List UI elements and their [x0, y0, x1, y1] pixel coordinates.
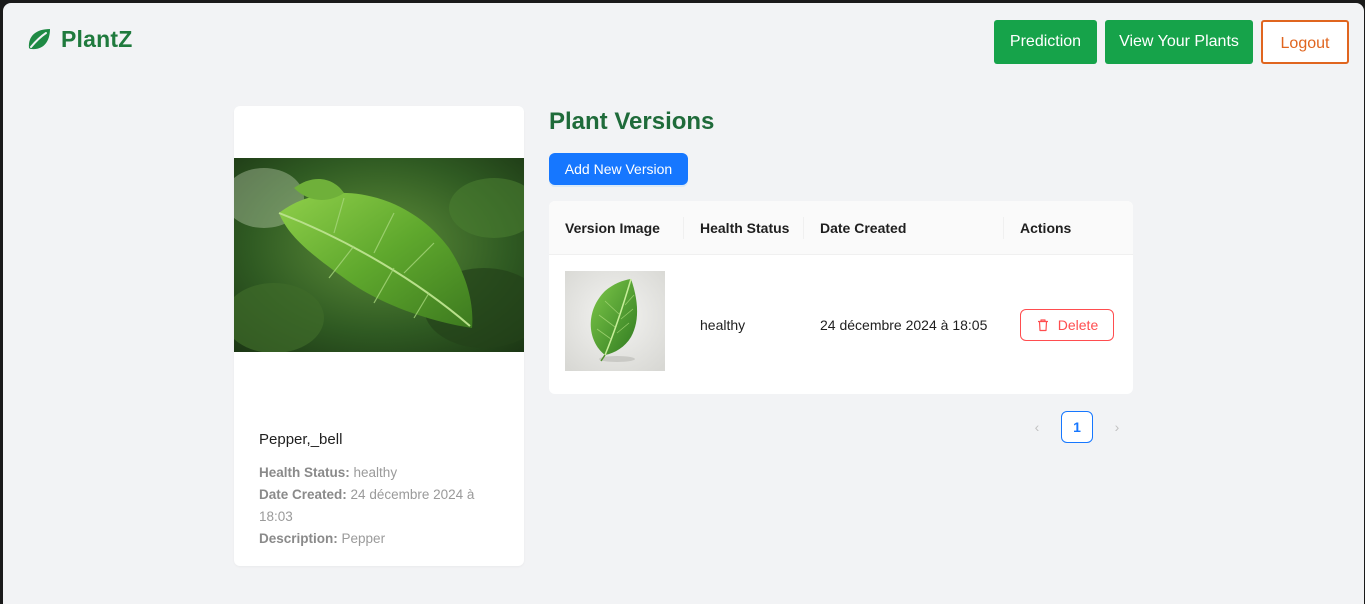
- app-window: PlantZ Prediction View Your Plants Logou…: [3, 3, 1364, 604]
- plant-card: Pepper,_bell Health Status: healthy Date…: [234, 106, 524, 566]
- page-title: Plant Versions: [549, 108, 715, 135]
- prediction-button[interactable]: Prediction: [994, 20, 1097, 64]
- plant-details: Health Status: healthy Date Created: 24 …: [259, 462, 499, 550]
- table-header: Version Image Health Status Date Created…: [549, 201, 1133, 255]
- view-plants-button[interactable]: View Your Plants: [1105, 20, 1253, 64]
- description-value: Pepper: [341, 531, 386, 546]
- trash-icon: [1037, 319, 1048, 332]
- leaf-icon: [28, 29, 50, 50]
- column-divider: [683, 217, 684, 239]
- pagination-prev-icon[interactable]: ‹: [1021, 411, 1053, 443]
- version-image: [565, 271, 665, 371]
- delete-button[interactable]: Delete: [1020, 309, 1114, 341]
- add-version-button[interactable]: Add New Version: [549, 153, 688, 185]
- column-divider: [803, 217, 804, 239]
- column-header-health: Health Status: [700, 220, 790, 236]
- plant-date-row: Date Created: 24 décembre 2024 à 18:03: [259, 484, 499, 528]
- column-header-actions: Actions: [1020, 220, 1072, 236]
- versions-table: Version Image Health Status Date Created…: [549, 201, 1133, 394]
- pagination-next-icon[interactable]: ›: [1101, 411, 1133, 443]
- description-label: Description:: [259, 531, 338, 546]
- plant-image: [234, 158, 524, 352]
- version-health: healthy: [700, 316, 746, 333]
- version-date: 24 décembre 2024 à 18:05: [820, 316, 988, 333]
- logout-button[interactable]: Logout: [1261, 20, 1349, 64]
- date-label: Date Created:: [259, 487, 347, 502]
- delete-label: Delete: [1057, 317, 1099, 333]
- health-label: Health Status:: [259, 465, 350, 480]
- brand-logo[interactable]: PlantZ: [25, 23, 132, 55]
- column-header-image: Version Image: [565, 220, 660, 236]
- column-divider: [1003, 217, 1004, 239]
- brand-name: PlantZ: [61, 25, 133, 52]
- health-value: healthy: [353, 465, 398, 480]
- plant-health-row: Health Status: healthy: [259, 462, 499, 484]
- column-header-date: Date Created: [820, 220, 907, 236]
- plant-name: Pepper,_bell: [259, 431, 343, 448]
- pagination-page-1[interactable]: 1: [1061, 411, 1093, 443]
- plant-description-row: Description: Pepper: [259, 528, 499, 550]
